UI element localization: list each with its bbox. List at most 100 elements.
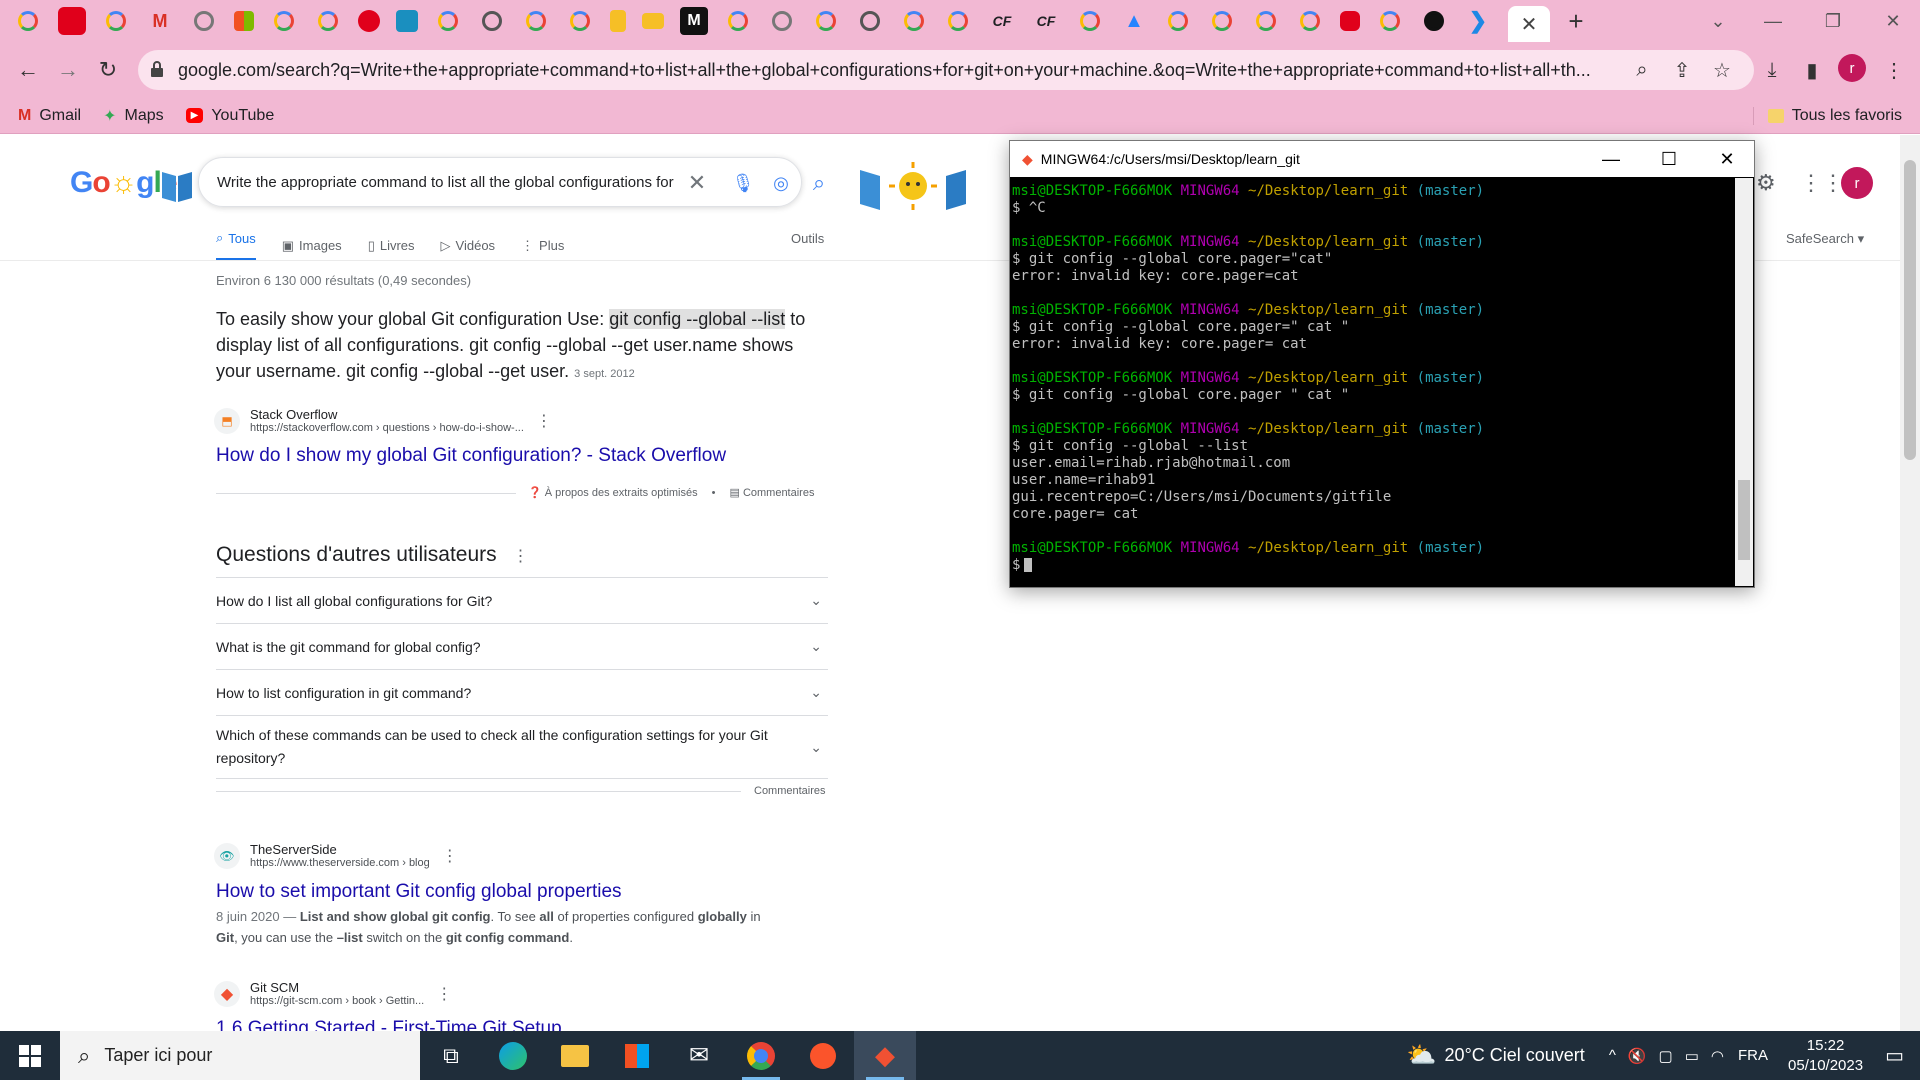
tab-google-icon[interactable] bbox=[566, 7, 594, 35]
terminal-minimize-icon[interactable]: — bbox=[1582, 141, 1640, 177]
more-options-icon[interactable]: ⋮ bbox=[442, 846, 458, 866]
tab-google-icon[interactable] bbox=[1208, 7, 1236, 35]
side-panel-icon[interactable]: ▮ bbox=[1794, 52, 1830, 88]
profile-avatar[interactable]: r bbox=[1838, 54, 1866, 82]
terminal-titlebar[interactable]: ◆ MINGW64:/c/Users/msi/Desktop/learn_git… bbox=[1010, 141, 1754, 177]
bookmark-maps[interactable]: ✦ Maps bbox=[103, 106, 164, 126]
close-window-icon[interactable]: ✕ bbox=[1870, 0, 1916, 42]
tab-vscode-icon[interactable]: ❯ bbox=[1464, 7, 1492, 35]
tab-videos[interactable]: ▷ Vidéos bbox=[441, 230, 496, 261]
tab-google-icon[interactable] bbox=[522, 7, 550, 35]
volume-muted-icon[interactable]: 🔇 bbox=[1628, 1047, 1647, 1065]
terminal-output[interactable]: msi@DESKTOP-F666MOK MINGW64 ~/Desktop/le… bbox=[1012, 183, 1736, 583]
more-options-icon[interactable]: ⋮ bbox=[436, 984, 452, 1004]
tab-books[interactable]: ▯ Livres bbox=[368, 230, 415, 261]
tab-github-icon[interactable] bbox=[1420, 7, 1448, 35]
tab-images[interactable]: ▣ Images bbox=[282, 230, 342, 261]
tab-chrome-icon[interactable] bbox=[478, 7, 506, 35]
new-tab-icon[interactable]: + bbox=[1562, 6, 1590, 36]
paa-question[interactable]: What is the git command for global confi… bbox=[216, 623, 828, 669]
address-bar[interactable]: google.com/search?q=Write+the+appropriat… bbox=[138, 50, 1754, 90]
result-source[interactable]: 👁 TheServerSide https://www.theserverside… bbox=[214, 842, 458, 869]
tab-globe-icon[interactable] bbox=[190, 7, 218, 35]
terminal-maximize-icon[interactable]: ☐ bbox=[1640, 141, 1698, 177]
forward-icon[interactable]: → bbox=[48, 50, 88, 90]
tab-google-icon[interactable] bbox=[1376, 7, 1404, 35]
weather-text[interactable]: 20°C Ciel couvert bbox=[1445, 1045, 1585, 1066]
tab-google-icon[interactable] bbox=[270, 7, 298, 35]
paa-question[interactable]: How to list configuration in git command… bbox=[216, 669, 828, 715]
device-icon[interactable]: ▢ bbox=[1659, 1047, 1673, 1065]
terminal-window[interactable]: ◆ MINGW64:/c/Users/msi/Desktop/learn_git… bbox=[1009, 140, 1755, 588]
tab-chrome-icon[interactable] bbox=[856, 7, 884, 35]
search-input[interactable]: Write the appropriate command to list al… bbox=[198, 157, 802, 207]
tab-search-icon[interactable]: ⌄ bbox=[1695, 0, 1741, 42]
minimize-icon[interactable]: — bbox=[1750, 0, 1796, 42]
back-icon[interactable]: ← bbox=[8, 50, 48, 90]
tab-google-icon[interactable] bbox=[1252, 7, 1280, 35]
store-icon[interactable] bbox=[606, 1031, 668, 1080]
tab-google-icon[interactable] bbox=[14, 7, 42, 35]
download-icon[interactable]: ⤓ bbox=[1754, 52, 1790, 88]
share-icon[interactable]: ⇪ bbox=[1664, 52, 1700, 88]
windows-start-icon[interactable] bbox=[0, 1031, 60, 1080]
bookmark-gmail[interactable]: M Gmail bbox=[18, 107, 81, 125]
apps-grid-icon[interactable]: ⋮⋮ bbox=[1800, 170, 1844, 196]
language-indicator[interactable]: FRA bbox=[1738, 1047, 1768, 1064]
tab-microsoft-icon[interactable] bbox=[234, 11, 254, 31]
lock-icon[interactable] bbox=[150, 61, 164, 77]
file-explorer-icon[interactable] bbox=[544, 1031, 606, 1080]
page-scrollbar-thumb[interactable] bbox=[1904, 160, 1916, 460]
feedback-link[interactable]: ▤ Commentaires bbox=[729, 486, 814, 499]
featured-result-link[interactable]: How do I show my global Git configuratio… bbox=[216, 445, 726, 467]
tab-all[interactable]: ⌕ Tous bbox=[216, 230, 256, 261]
restore-icon[interactable]: ❐ bbox=[1810, 0, 1856, 42]
settings-gear-icon[interactable]: ⚙ bbox=[1756, 170, 1776, 196]
paa-feedback[interactable]: Commentaires bbox=[754, 785, 826, 797]
search-icon[interactable]: ⌕ bbox=[806, 170, 832, 196]
search-lens-icon[interactable]: ⌕ bbox=[1624, 52, 1660, 88]
tab-atlassian-icon[interactable]: ▲ bbox=[1120, 7, 1148, 35]
result-source[interactable]: ◆ Git SCM https://git-scm.com › book › Ge… bbox=[214, 980, 452, 1007]
tab-google-icon[interactable] bbox=[102, 7, 130, 35]
tab-google-icon[interactable] bbox=[1076, 7, 1104, 35]
tab-google-icon[interactable] bbox=[314, 7, 342, 35]
tray-chevron-icon[interactable]: ^ bbox=[1609, 1047, 1616, 1064]
about-snippets-link[interactable]: ❓ À propos des extraits optimisés bbox=[528, 486, 698, 499]
paa-question[interactable]: Which of these commands can be used to c… bbox=[216, 715, 828, 779]
chrome-taskbar-icon[interactable] bbox=[730, 1031, 792, 1080]
tab-docs-icon[interactable] bbox=[610, 10, 626, 32]
menu-dots-icon[interactable]: ⋮ bbox=[1876, 52, 1912, 88]
git-bash-taskbar-icon[interactable]: ◆ bbox=[854, 1031, 916, 1080]
task-view-icon[interactable]: ⧉ bbox=[420, 1031, 482, 1080]
wifi-icon[interactable]: ◠ bbox=[1711, 1047, 1724, 1065]
tab-app-icon[interactable] bbox=[396, 10, 418, 32]
weather-icon[interactable]: ⛅ bbox=[1407, 1041, 1437, 1070]
notifications-icon[interactable]: ▭ bbox=[1885, 1043, 1904, 1068]
tab-gmail-icon[interactable]: M bbox=[146, 7, 174, 35]
tab-google-icon[interactable] bbox=[434, 7, 462, 35]
tab-google-icon[interactable] bbox=[1164, 7, 1192, 35]
featured-source[interactable]: ⬒ Stack Overflow https://stackoverflow.co… bbox=[214, 407, 552, 434]
tab-quora-icon[interactable] bbox=[358, 10, 380, 32]
mic-icon[interactable]: 🎙 bbox=[730, 170, 756, 196]
safesearch-menu[interactable]: SafeSearch ▾ bbox=[1786, 231, 1864, 247]
tab-google-icon[interactable] bbox=[812, 7, 840, 35]
bookmark-youtube[interactable]: ▶ YouTube bbox=[185, 107, 274, 125]
more-options-icon[interactable]: ⋮ bbox=[536, 411, 552, 431]
mail-icon[interactable]: ✉ bbox=[668, 1031, 730, 1080]
reload-icon[interactable]: ↻ bbox=[88, 50, 128, 90]
more-options-icon[interactable]: ⋮ bbox=[513, 548, 529, 565]
tab-slides-icon[interactable] bbox=[642, 13, 664, 29]
active-tab-close-icon[interactable]: ✕ bbox=[1508, 6, 1550, 42]
lens-icon[interactable]: ◎ bbox=[768, 170, 794, 196]
tools-button[interactable]: Outils bbox=[791, 231, 824, 246]
bookmark-star-icon[interactable]: ☆ bbox=[1704, 52, 1740, 88]
google-account-avatar[interactable]: r bbox=[1841, 167, 1873, 199]
brave-icon[interactable] bbox=[792, 1031, 854, 1080]
tab-google-icon[interactable] bbox=[944, 7, 972, 35]
tab-medium-icon[interactable]: M bbox=[680, 7, 708, 35]
all-bookmarks[interactable]: Tous les favoris bbox=[1752, 106, 1902, 125]
tab-google-icon[interactable] bbox=[900, 7, 928, 35]
battery-icon[interactable]: ▭ bbox=[1685, 1047, 1699, 1065]
